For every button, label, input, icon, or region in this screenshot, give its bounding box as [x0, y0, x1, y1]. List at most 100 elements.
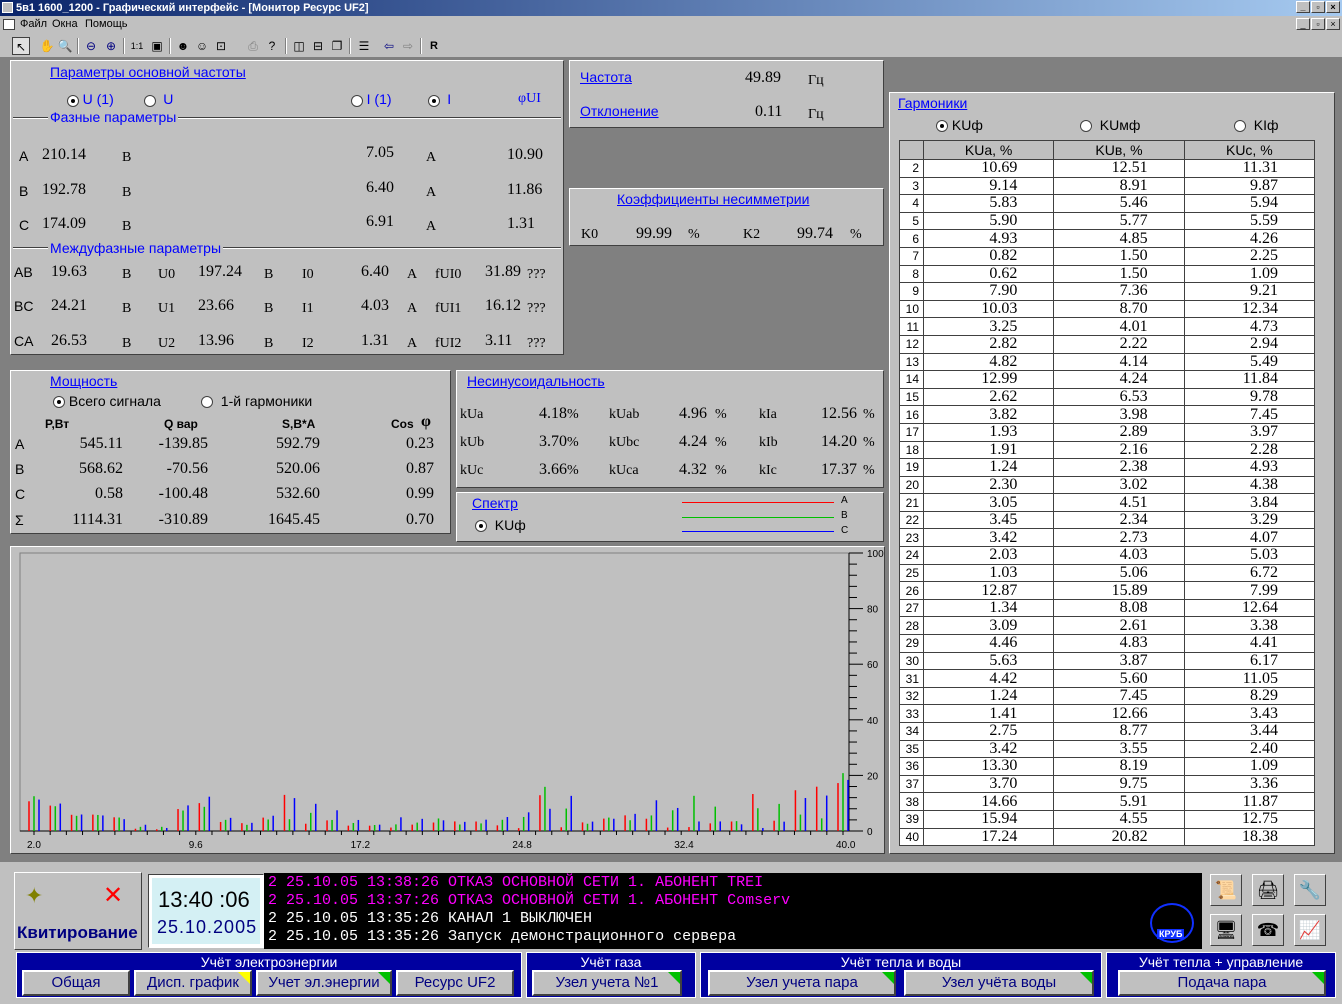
- harm-opt-kuf[interactable]: KUф: [936, 117, 983, 133]
- ack-button[interactable]: Квитирование: [17, 923, 138, 943]
- table-row: 16 3.82 3.98 7.45: [899, 405, 1316, 424]
- nonsinusoidality-panel: Несинусоидальность kUa 4.18% kUab 4.96% kIa 1…: [456, 370, 884, 488]
- i1-radio[interactable]: [351, 94, 363, 107]
- u1-option[interactable]: U (1): [67, 91, 114, 107]
- minimize-button[interactable]: _: [1296, 1, 1310, 13]
- table-row: 23 3.42 2.73 4.07: [899, 528, 1316, 548]
- help-icon[interactable]: ?: [263, 37, 281, 55]
- all-signal-radio[interactable]: [53, 396, 65, 409]
- report-icon[interactable]: 🖨: [1252, 874, 1284, 906]
- table-row: 21 3.05 4.51 3.84: [899, 493, 1316, 512]
- u1-radio[interactable]: [67, 94, 79, 107]
- menu-help[interactable]: Помощь: [85, 16, 128, 32]
- cascade-icon[interactable]: ❐: [328, 37, 346, 55]
- first-harmonic-option[interactable]: 1-й гармоники: [201, 393, 312, 409]
- table-row: 26 12.87 15.89 7.99: [899, 581, 1316, 600]
- harmonic-number: 19: [899, 458, 924, 477]
- refresh-icon[interactable]: R: [425, 37, 443, 55]
- nav-resource-button[interactable]: Ресурс UF2: [396, 970, 514, 996]
- child-close-button[interactable]: ×: [1326, 18, 1340, 30]
- harmonic-value-c: 18.38: [1183, 827, 1316, 847]
- i1-option[interactable]: I (1): [351, 91, 392, 107]
- harm-opt-kumf[interactable]: KUмф: [1080, 117, 1140, 133]
- trend-icon[interactable]: 📈: [1294, 914, 1326, 946]
- nav-steam-node-button[interactable]: Узел учета пара: [708, 970, 896, 996]
- print-icon[interactable]: ⎙: [244, 37, 262, 55]
- harmonic-value-a: 1.41: [922, 704, 1055, 723]
- all-signal-option[interactable]: Всего сигнала: [53, 393, 161, 409]
- table-row: 18 1.91 2.16 2.28: [899, 440, 1316, 460]
- spectrum-title[interactable]: Спектр: [472, 495, 518, 511]
- restore-button[interactable]: ▫: [1311, 1, 1325, 13]
- doc-icon: [3, 19, 15, 30]
- operator-icon[interactable]: ☎: [1252, 914, 1284, 946]
- harmonics-title[interactable]: Гармоники: [898, 95, 967, 111]
- harmonic-value-c: 1.09: [1183, 264, 1316, 284]
- network-disable-icon[interactable]: 🖥: [1210, 914, 1242, 946]
- ack-panel[interactable]: ✦ ✕ Квитирование: [14, 872, 142, 950]
- table-row: 30 5.63 3.87 6.17: [899, 651, 1316, 671]
- users-icon[interactable]: ☺: [193, 37, 211, 55]
- power-title[interactable]: Мощность: [50, 373, 117, 389]
- binoculars-icon[interactable]: ⊡: [212, 37, 230, 55]
- hand-icon[interactable]: ✋: [38, 37, 56, 55]
- harmonic-value-b: 4.01: [1053, 317, 1185, 336]
- nav-water-node-button[interactable]: Узел учёта воды: [904, 970, 1094, 996]
- table-row: 35 3.42 3.55 2.40: [899, 739, 1316, 759]
- tile-horizontal-icon[interactable]: ⊟: [309, 37, 327, 55]
- nonsinusoidality-title[interactable]: Несинусоидальность: [467, 373, 605, 389]
- i-radio[interactable]: [428, 94, 440, 107]
- nav-gas-node-button[interactable]: Узел учета №1: [532, 970, 682, 996]
- kuf-option[interactable]: KUф: [475, 517, 526, 533]
- nav-steam-supply-button[interactable]: Подача пара: [1118, 970, 1326, 996]
- nav-dispatch-button[interactable]: Дисп. график: [134, 970, 252, 996]
- harm-kif-radio[interactable]: [1234, 120, 1246, 133]
- harm-opt-kif[interactable]: KIф: [1234, 117, 1279, 133]
- harm-kumf-radio[interactable]: [1080, 120, 1092, 133]
- table-row: 29 4.46 4.83 4.41: [899, 634, 1316, 653]
- harmonic-value-a: 17.24: [922, 827, 1055, 847]
- forward-arrow-icon[interactable]: ⇨: [399, 37, 417, 55]
- log-line: 2 25.10.05 13:37:26 ОТКАЗ ОСНОВНОЙ СЕТИ …: [268, 892, 791, 909]
- tile-vertical-icon[interactable]: ◫: [290, 37, 308, 55]
- tools-icon[interactable]: 🔧: [1294, 874, 1326, 906]
- fit-icon[interactable]: ▣: [148, 37, 166, 55]
- u-option[interactable]: U: [144, 91, 173, 107]
- deviation-label[interactable]: Отклонение: [580, 103, 659, 119]
- zoom-out-icon[interactable]: ⊖: [82, 37, 100, 55]
- window-list-icon[interactable]: ☰: [355, 37, 373, 55]
- child-restore-button[interactable]: ▫: [1311, 18, 1325, 30]
- zoom-in-icon[interactable]: ⊕: [102, 37, 120, 55]
- menu-windows[interactable]: Окна: [52, 16, 78, 32]
- user-icon[interactable]: ☻: [174, 37, 192, 55]
- first-harmonic-radio[interactable]: [201, 396, 213, 409]
- child-minimize-button[interactable]: _: [1296, 18, 1310, 30]
- harmonic-value-c: 9.21: [1183, 282, 1316, 301]
- close-button[interactable]: ×: [1326, 1, 1340, 13]
- back-arrow-icon[interactable]: ⇦: [380, 37, 398, 55]
- nav-general-button[interactable]: Общая: [22, 970, 130, 996]
- legend-line-b: [682, 517, 834, 518]
- nav-energy-button[interactable]: Учет эл.энергии: [256, 970, 392, 996]
- i-option[interactable]: I: [428, 91, 451, 107]
- harmonic-number: 5: [899, 211, 924, 231]
- harmonic-value-c: 5.03: [1183, 546, 1316, 565]
- actual-size-icon[interactable]: 1:1: [128, 37, 146, 55]
- kuf-radio[interactable]: [475, 520, 487, 533]
- k0-label: K0: [581, 227, 599, 242]
- harmonic-number: 8: [899, 264, 924, 284]
- harm-kuf-radio[interactable]: [936, 120, 948, 133]
- scroll-icon[interactable]: 📜: [1210, 874, 1242, 906]
- u-radio[interactable]: [144, 94, 156, 107]
- zoom-icon[interactable]: 🔍: [56, 37, 74, 55]
- p-header: P,Вт: [45, 417, 70, 431]
- frequency-panel: Частота 49.89 Гц Отклонение 0.11 Гц: [569, 60, 884, 128]
- apparent-power: 532.60: [276, 485, 320, 502]
- menu-file[interactable]: Файл: [20, 16, 47, 32]
- ku-phase-unit: %: [567, 435, 579, 450]
- frequency-label[interactable]: Частота: [580, 69, 632, 85]
- pointer-icon[interactable]: ↖: [12, 37, 30, 55]
- fundamental-title[interactable]: Параметры основной частоты: [50, 64, 246, 80]
- harmonic-number: 16: [899, 405, 924, 424]
- asymmetry-title[interactable]: Коэффициенты несимметрии: [617, 191, 809, 207]
